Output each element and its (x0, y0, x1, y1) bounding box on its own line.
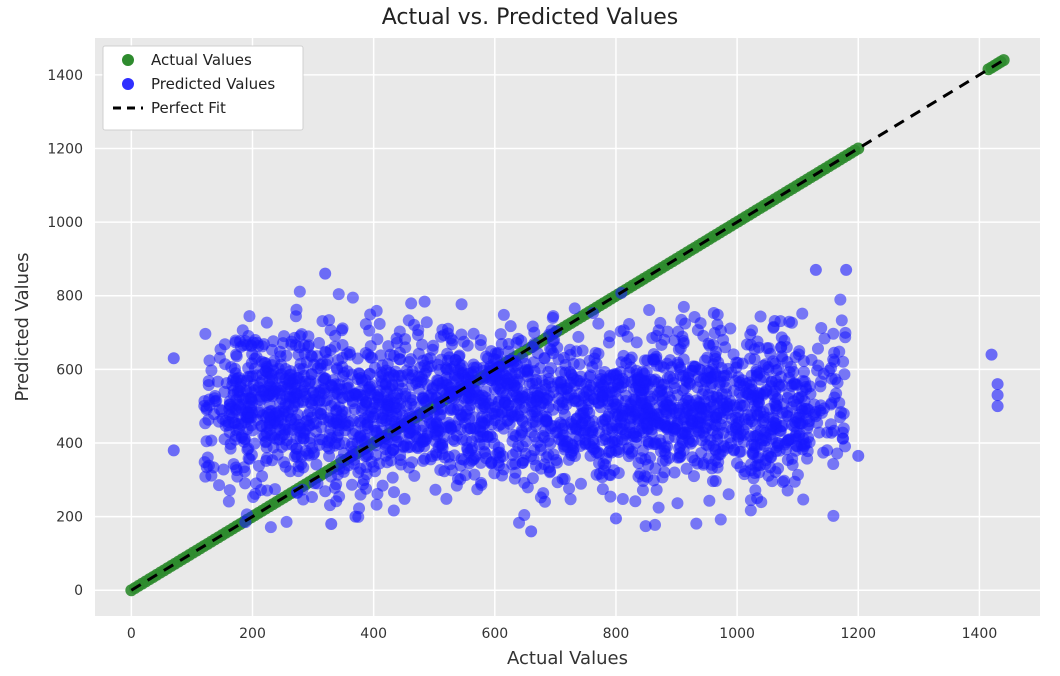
svg-text:1400: 1400 (47, 68, 83, 84)
chart-svg: Actual vs. Predicted Values 0 200 400 600 80… (0, 0, 1060, 676)
svg-text:1200: 1200 (840, 626, 876, 642)
svg-text:600: 600 (56, 362, 83, 378)
svg-text:1400: 1400 (962, 626, 998, 642)
y-axis-label: Predicted Values (12, 252, 33, 401)
legend-marker-actual (122, 54, 134, 66)
x-tick-labels: 0 200 400 600 800 1000 1200 1400 (127, 626, 997, 642)
svg-text:1200: 1200 (47, 141, 83, 157)
chart-container: Actual vs. Predicted Values 0 200 400 600 80… (0, 0, 1060, 676)
svg-text:600: 600 (481, 626, 508, 642)
svg-text:1000: 1000 (47, 215, 83, 231)
legend-label-predicted: Predicted Values (151, 75, 275, 93)
chart-title: Actual vs. Predicted Values (382, 5, 679, 30)
svg-text:0: 0 (127, 626, 136, 642)
x-axis-label: Actual Values (507, 648, 628, 669)
legend: Actual Values Predicted Values Perfect F… (103, 46, 303, 130)
svg-text:200: 200 (56, 510, 83, 526)
legend-label-actual: Actual Values (151, 51, 252, 69)
svg-text:400: 400 (360, 626, 387, 642)
svg-text:800: 800 (56, 289, 83, 305)
y-tick-labels: 0 200 400 600 800 1000 1200 1400 (47, 68, 83, 599)
svg-text:200: 200 (239, 626, 266, 642)
svg-text:400: 400 (56, 436, 83, 452)
svg-text:800: 800 (603, 626, 630, 642)
legend-label-perfect-fit: Perfect Fit (151, 99, 226, 117)
svg-text:0: 0 (74, 583, 83, 599)
legend-marker-predicted (122, 78, 134, 90)
svg-text:1000: 1000 (719, 626, 755, 642)
